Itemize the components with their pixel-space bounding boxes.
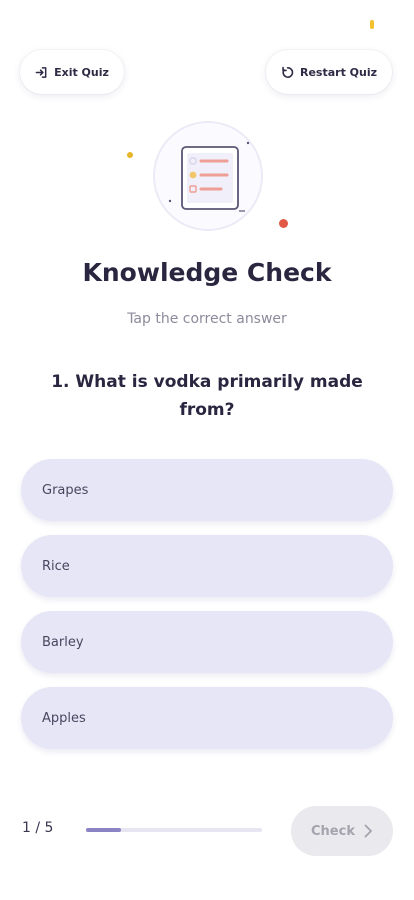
progress-bar — [86, 828, 262, 832]
check-button[interactable]: Check — [291, 806, 393, 856]
quiz-screen: Exit Quiz Restart Quiz Knowledge Check T… — [0, 0, 414, 900]
restart-quiz-label: Restart Quiz — [299, 65, 378, 79]
progress-bar-fill — [86, 828, 122, 832]
answer-option[interactable]: Rice — [21, 535, 393, 597]
exit-quiz-button[interactable]: Exit Quiz — [20, 50, 124, 94]
answer-option[interactable]: Apples — [21, 687, 393, 749]
question-text: 1. What is vodka primarily made from? — [51, 372, 363, 420]
decorative-dot — [127, 152, 133, 158]
restart-quiz-button[interactable]: Restart Quiz — [266, 50, 392, 94]
chevron-right-icon — [364, 824, 372, 838]
exit-quiz-label: Exit Quiz — [54, 65, 109, 79]
decorative-dot — [370, 20, 374, 29]
exit-icon — [35, 66, 47, 78]
progress-counter: 1 / 5 — [22, 820, 54, 836]
page-subtitle: Tap the correct answer — [127, 311, 287, 327]
page-title: Knowledge Check — [82, 258, 332, 287]
check-button-label: Check — [311, 823, 355, 839]
answer-option[interactable]: Grapes — [21, 459, 393, 521]
checklist-illustration-icon — [153, 121, 263, 231]
decorative-dot — [279, 219, 288, 228]
answer-options: Grapes Rice Barley Apples — [21, 459, 393, 763]
answer-option[interactable]: Barley — [21, 611, 393, 673]
restart-icon — [282, 66, 294, 78]
